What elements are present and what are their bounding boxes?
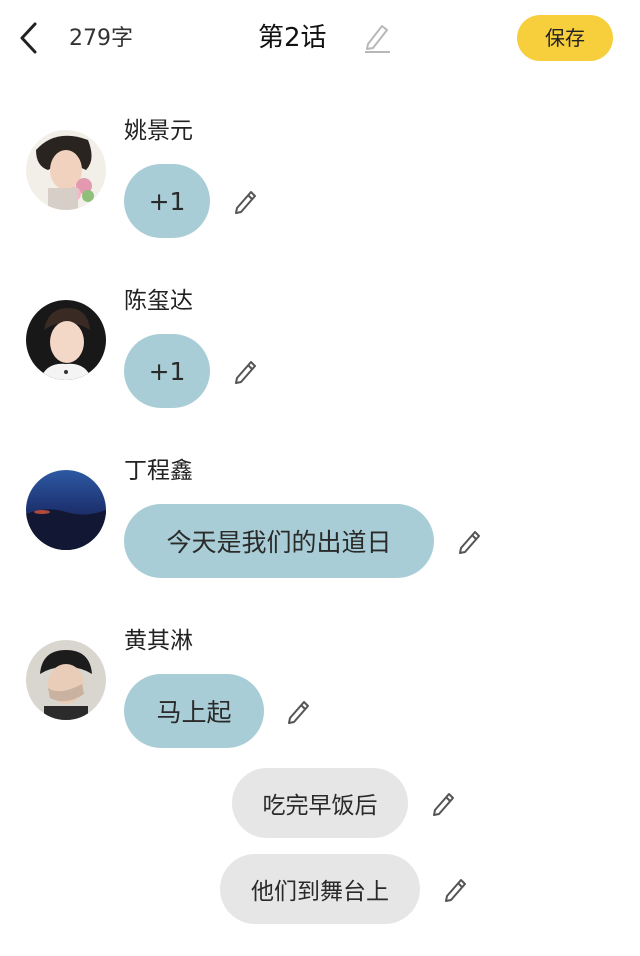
narration-bubble[interactable]: 吃完早饭后: [232, 768, 408, 838]
edit-message-button[interactable]: [456, 527, 484, 555]
chevron-left-icon: [20, 22, 37, 54]
save-button[interactable]: 保存: [517, 15, 613, 61]
edit-message-button[interactable]: [285, 697, 313, 725]
pencil-icon: [459, 531, 480, 554]
message-bubble[interactable]: 马上起: [124, 674, 264, 748]
top-bar: 279字 第2话 保存: [0, 0, 640, 80]
message-bubble[interactable]: +1: [124, 164, 210, 238]
author-name: 丁程鑫: [124, 458, 193, 484]
message-bubble[interactable]: +1: [124, 334, 210, 408]
avatar[interactable]: [26, 300, 106, 380]
author-name: 黄其淋: [124, 628, 193, 654]
back-button[interactable]: [14, 20, 44, 56]
edit-title-button[interactable]: [362, 20, 392, 54]
pencil-icon: [235, 191, 256, 214]
avatar[interactable]: [26, 130, 106, 210]
author-name: 陈玺达: [124, 288, 193, 314]
word-count: 279字: [69, 26, 133, 51]
pencil-icon: [433, 793, 454, 816]
edit-narration-button[interactable]: [442, 875, 470, 903]
narration-bubble[interactable]: 他们到舞台上: [220, 854, 420, 924]
message-bubble[interactable]: 今天是我们的出道日: [124, 504, 434, 578]
pencil-icon: [235, 361, 256, 384]
avatar[interactable]: [26, 470, 106, 550]
edit-message-button[interactable]: [232, 187, 260, 215]
pencil-icon: [365, 25, 390, 53]
pencil-icon: [288, 701, 309, 724]
edit-message-button[interactable]: [232, 357, 260, 385]
pencil-icon: [445, 879, 466, 902]
chapter-title: 第2话: [258, 23, 327, 53]
avatar[interactable]: [26, 640, 106, 720]
author-name: 姚景元: [124, 118, 193, 144]
edit-narration-button[interactable]: [430, 789, 458, 817]
